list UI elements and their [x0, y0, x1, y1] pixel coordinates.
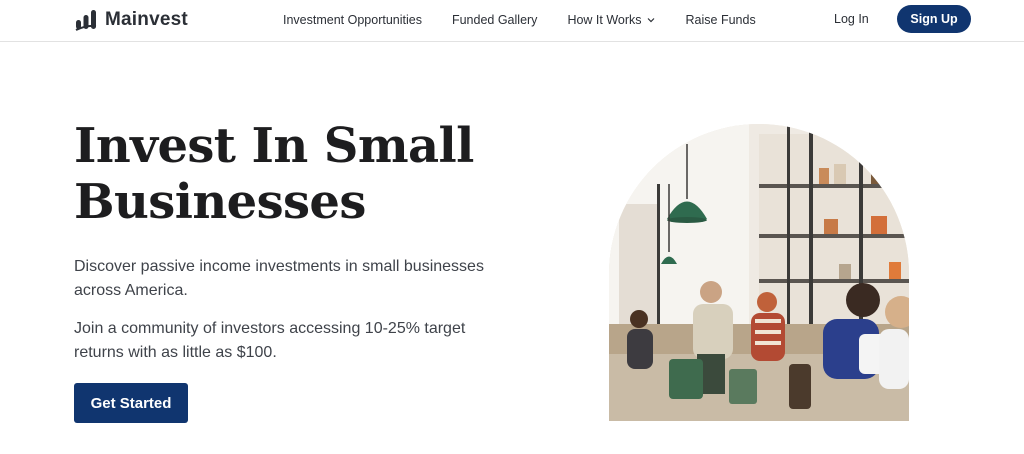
hero-description: Discover passive income investments in s…: [74, 258, 484, 299]
signup-button[interactable]: Sign Up: [897, 5, 971, 33]
nav-how-it-works-label: How It Works: [567, 13, 642, 27]
top-navbar: Mainvest Investment Opportunities Funded…: [0, 0, 1024, 42]
get-started-button[interactable]: Get Started: [74, 383, 188, 423]
brand-name: Mainvest: [105, 9, 188, 30]
cafe-photo: [609, 124, 909, 421]
nav-raise-funds[interactable]: Raise Funds: [686, 11, 756, 29]
brand-logo[interactable]: Mainvest: [75, 7, 188, 33]
nav-funded-gallery[interactable]: Funded Gallery: [452, 11, 537, 29]
login-link[interactable]: Log In: [834, 11, 869, 27]
nav-investment-opportunities[interactable]: Investment Opportunities: [283, 11, 422, 29]
main-nav: Investment Opportunities Funded Gallery …: [283, 11, 756, 29]
hero-title: Invest In Small Businesses: [74, 118, 474, 230]
bar-chart-logo-icon: [75, 10, 97, 31]
nav-how-it-works[interactable]: How It Works: [567, 11, 654, 29]
hero-subdescription: Join a community of investors accessing …: [74, 320, 466, 361]
chevron-down-icon: [647, 18, 654, 23]
cafe-photo-illustration: [609, 124, 909, 421]
